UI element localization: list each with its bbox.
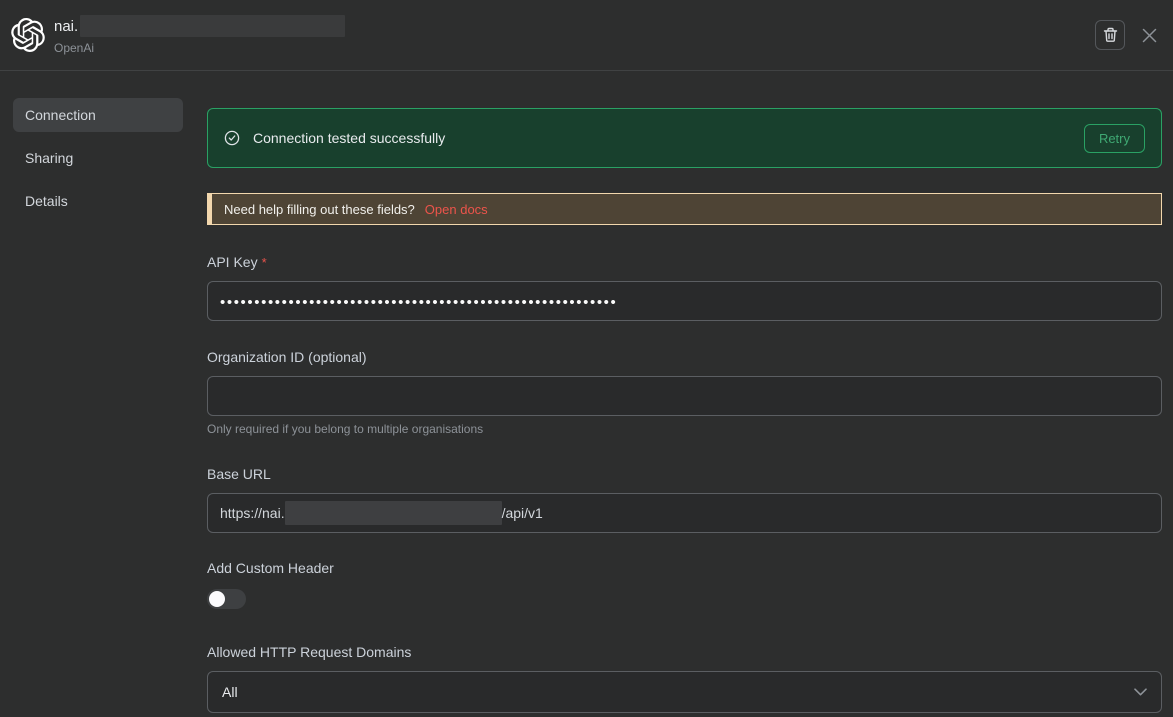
api-key-label: API Key (207, 254, 258, 270)
trash-icon (1103, 27, 1118, 43)
chevron-down-icon (1134, 688, 1147, 696)
sidebar-item-details[interactable]: Details (13, 184, 183, 218)
base-url-label: Base URL (207, 466, 271, 482)
base-url-suffix: /api/v1 (502, 505, 543, 521)
close-modal-button[interactable] (1142, 28, 1157, 43)
custom-header-toggle[interactable] (207, 589, 246, 609)
header-actions (1095, 20, 1157, 50)
modal-header: nai. OpenAi (0, 0, 1173, 71)
allowed-domains-value: All (222, 684, 238, 700)
base-url-input[interactable]: https://nai. /api/v1 (207, 493, 1162, 533)
organization-id-field: Organization ID (optional) Only required… (207, 349, 1162, 436)
api-key-input[interactable]: ••••••••••••••••••••••••••••••••••••••••… (207, 281, 1162, 321)
sidebar-item-connection[interactable]: Connection (13, 98, 183, 132)
base-url-prefix: https://nai. (220, 505, 285, 521)
organization-id-label: Organization ID (optional) (207, 349, 367, 365)
retry-button[interactable]: Retry (1084, 124, 1145, 153)
settings-sidebar: Connection Sharing Details (0, 71, 207, 713)
close-icon (1142, 28, 1157, 43)
custom-header-label: Add Custom Header (207, 560, 334, 576)
organization-id-helper: Only required if you belong to multiple … (207, 422, 1162, 436)
required-asterisk: * (262, 255, 267, 270)
redacted-title-text (80, 15, 345, 37)
credential-title[interactable]: nai. (54, 18, 78, 35)
connection-success-banner: Connection tested successfully Retry (207, 108, 1162, 168)
allowed-domains-field: Allowed HTTP Request Domains All (207, 644, 1162, 713)
help-banner-text: Need help filling out these fields? (224, 202, 415, 217)
custom-header-field: Add Custom Header (207, 560, 1162, 609)
toggle-knob (209, 591, 225, 607)
credential-type-subtitle: OpenAi (54, 41, 345, 55)
allowed-domains-select[interactable]: All (207, 671, 1162, 713)
api-key-field: API Key * ••••••••••••••••••••••••••••••… (207, 254, 1162, 321)
help-banner: Need help filling out these fields? Open… (207, 193, 1162, 225)
redacted-url-text (285, 501, 502, 525)
allowed-domains-label: Allowed HTTP Request Domains (207, 644, 411, 660)
open-docs-link[interactable]: Open docs (425, 202, 488, 217)
masked-api-key-value: ••••••••••••••••••••••••••••••••••••••••… (220, 295, 617, 310)
base-url-field: Base URL https://nai. /api/v1 (207, 466, 1162, 533)
organization-id-input[interactable] (207, 376, 1162, 416)
delete-credential-button[interactable] (1095, 20, 1125, 50)
connection-panel: Connection tested successfully Retry Nee… (207, 71, 1162, 713)
credential-title-block: nai. OpenAi (54, 15, 345, 55)
sidebar-item-sharing[interactable]: Sharing (13, 141, 183, 175)
success-message: Connection tested successfully (253, 130, 445, 146)
check-circle-icon (224, 130, 240, 146)
openai-logo-icon (10, 17, 46, 53)
